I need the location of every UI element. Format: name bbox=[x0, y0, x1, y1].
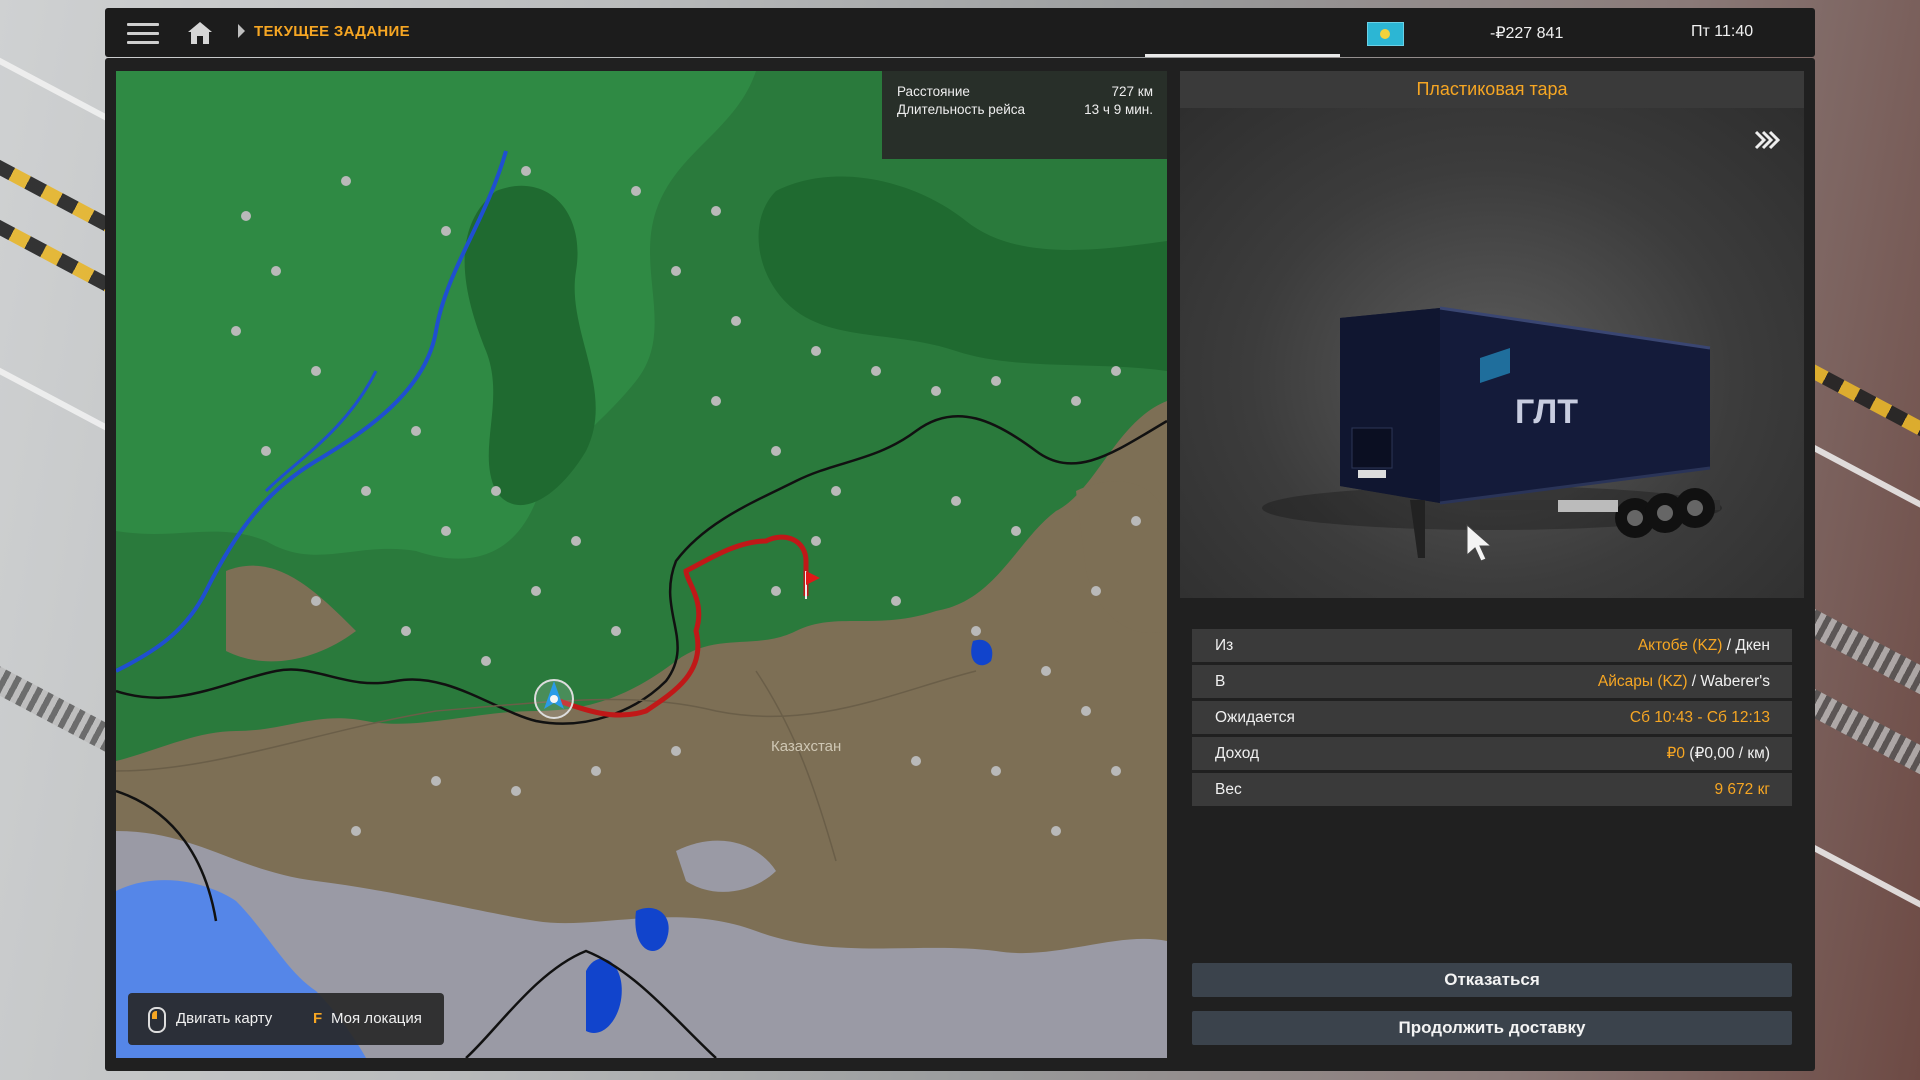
detail-row-expected: Ожидается Сб 10:43 - Сб 12:13 bbox=[1192, 701, 1792, 734]
my-location-button[interactable]: Моя локация bbox=[331, 1010, 422, 1027]
route-info-panel: Расстояние 727 км Длительность рейса 13 … bbox=[882, 71, 1167, 159]
move-map-label: Двигать карту bbox=[176, 1010, 273, 1027]
truck-position-icon bbox=[534, 679, 574, 719]
detail-value-accent: Айсары (KZ) bbox=[1597, 673, 1688, 690]
distance-label: Расстояние bbox=[897, 84, 970, 99]
detail-label: Ожидается bbox=[1215, 709, 1295, 726]
trailer-preview: ГЛТ bbox=[1180, 108, 1804, 598]
detail-row-to: В Айсары (KZ) / Waberer's bbox=[1192, 665, 1792, 698]
map-controls-hint: Двигать карту F Моя локация bbox=[128, 993, 444, 1045]
detail-value-accent: Сб 10:43 - Сб 12:13 bbox=[1629, 709, 1770, 726]
game-time: Пт 11:40 bbox=[1691, 23, 1754, 40]
detail-label: Вес bbox=[1215, 781, 1242, 798]
duration-value: 13 ч 9 мин. bbox=[1084, 102, 1153, 117]
home-icon[interactable] bbox=[186, 20, 214, 46]
top-bar: ТЕКУЩЕЕ ЗАДАНИЕ -₽227 841 Пт 11:40 bbox=[105, 8, 1815, 57]
detail-row-from: Из Актобе (KZ) / Дкен bbox=[1192, 629, 1792, 662]
job-details-list: Из Актобе (KZ) / Дкен В Айсары (KZ) / Wa… bbox=[1192, 629, 1792, 809]
detail-label: Из bbox=[1215, 637, 1234, 654]
detail-value-rest: / Дкен bbox=[1722, 637, 1770, 654]
top-progress-indicator bbox=[1145, 54, 1340, 57]
kazakhstan-flag-icon bbox=[1367, 22, 1404, 46]
detail-value-accent: 9 672 кг bbox=[1714, 781, 1770, 798]
hamburger-icon[interactable] bbox=[127, 20, 159, 46]
trailer-brand: ГЛТ bbox=[1515, 393, 1578, 431]
fast-forward-icon[interactable] bbox=[1754, 130, 1781, 150]
mouse-icon bbox=[148, 1007, 166, 1033]
detail-label: Доход bbox=[1215, 745, 1260, 762]
duration-label: Длительность рейса bbox=[897, 102, 1026, 117]
money-balance: -₽227 841 bbox=[1490, 25, 1564, 42]
distance-value: 727 км bbox=[1111, 84, 1153, 99]
breadcrumb-current: ТЕКУЩЕЕ ЗАДАНИЕ bbox=[254, 23, 410, 40]
breadcrumb-chevron-icon bbox=[238, 24, 245, 38]
route-map[interactable]: Расстояние 727 км Длительность рейса 13 … bbox=[116, 71, 1167, 1058]
detail-row-income: Доход ₽0 (₽0,00 / км) bbox=[1192, 737, 1792, 770]
detail-value-rest: (₽0,00 / км) bbox=[1684, 745, 1770, 762]
detail-row-weight: Вес 9 672 кг bbox=[1192, 773, 1792, 806]
cargo-panel: Пластиковая тара ГЛТ Из Актобе (KZ) / Дк… bbox=[1180, 71, 1804, 1058]
mouse-cursor-icon bbox=[1466, 523, 1493, 562]
continue-delivery-button[interactable]: Продолжить доставку bbox=[1192, 1011, 1792, 1045]
detail-value-accent: Актобе (KZ) bbox=[1637, 637, 1723, 654]
detail-value-rest: / Waberer's bbox=[1687, 673, 1770, 690]
country-label: Казахстан bbox=[771, 738, 842, 755]
location-key: F bbox=[313, 1010, 323, 1027]
detail-label: В bbox=[1215, 673, 1226, 690]
detail-value-accent: ₽0 bbox=[1666, 745, 1685, 762]
decline-button[interactable]: Отказаться bbox=[1192, 963, 1792, 997]
cargo-title: Пластиковая тара bbox=[1180, 71, 1804, 108]
map-terrain bbox=[116, 71, 1167, 1058]
